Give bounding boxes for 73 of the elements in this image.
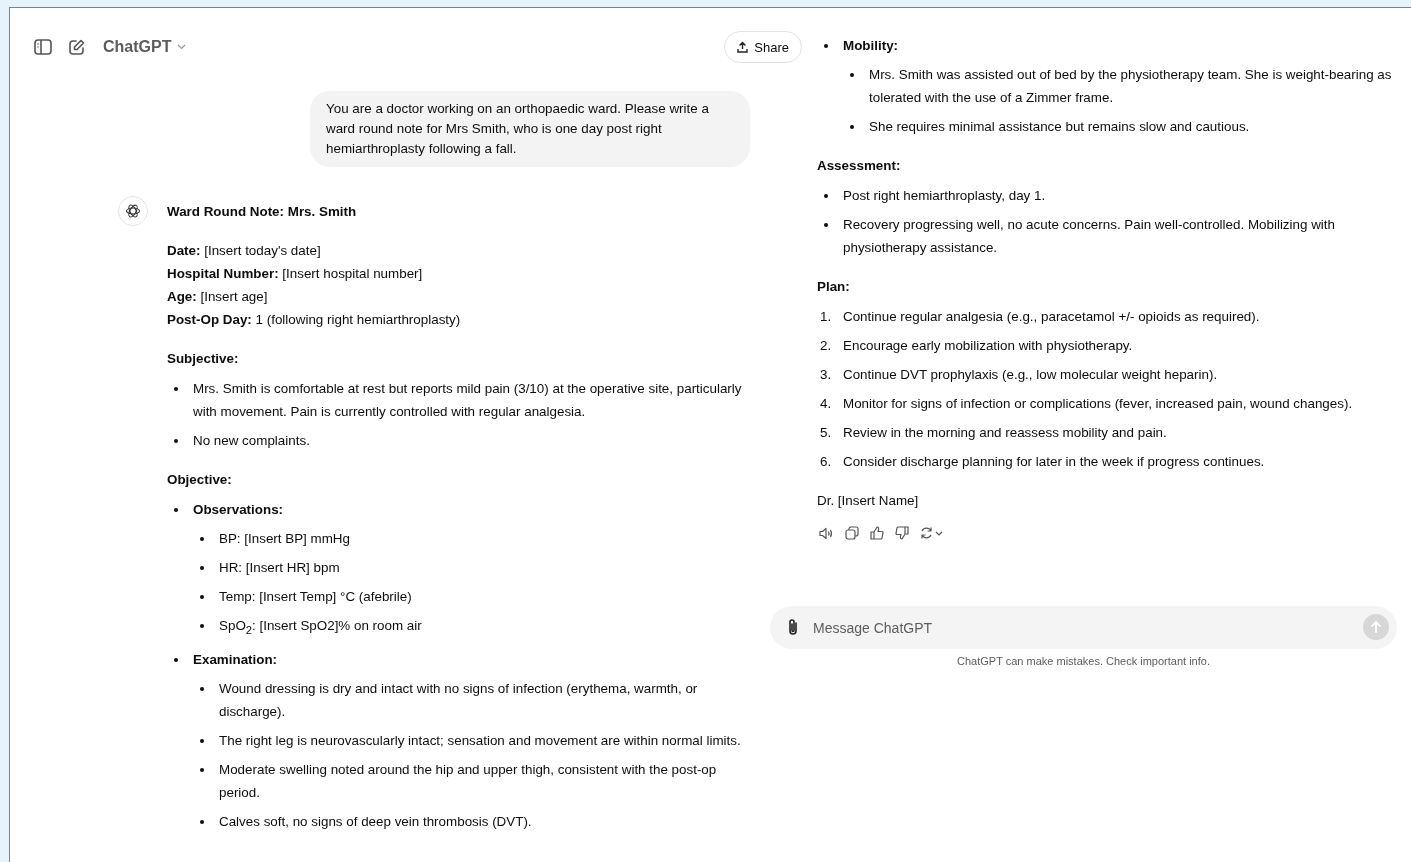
list-item: SpO$_{2}$: [Insert SpO2]% on room air (219, 617, 422, 638)
list-item: Temp: [Insert Temp] °C (afebrile) (219, 588, 412, 606)
list-number: 4. (819, 395, 833, 413)
bullet-icon (174, 657, 178, 662)
copy-icon[interactable] (845, 526, 859, 540)
bullet-icon (824, 223, 828, 227)
arrow-up-icon (1370, 620, 1382, 634)
bullet-icon (850, 125, 854, 129)
bullet-icon (200, 738, 204, 743)
list-number: 3. (819, 366, 833, 384)
bullet-icon (850, 73, 854, 77)
refresh-icon[interactable] (920, 526, 944, 540)
bullet-icon (200, 624, 204, 628)
section-heading: Subjective: (167, 350, 240, 368)
section-heading: Objective: (167, 471, 233, 489)
speaker-icon[interactable] (819, 526, 834, 540)
list-number: 5. (819, 424, 833, 442)
list-item: Mrs. Smith is comfortable at rest but reports mild pain (3/10) at the operative site, particularly with movement. Pain is currently controlled with regular analgesia. (193, 380, 743, 421)
list-item: Recovery progressing well, no acute concerns. Pain well-controlled. Mobilizing with physiotherapy assistance. (843, 216, 1336, 257)
list-number: 2. (819, 337, 833, 355)
list-item: Post right hemiarthroplasty, day 1. (843, 187, 1046, 205)
note-field: Age: [Insert age] (167, 285, 757, 308)
section-heading: Plan: (817, 278, 851, 296)
bullet-icon (824, 44, 828, 48)
note-field: Post-Op Day: 1 (following right hemiarthroplasty) (167, 308, 757, 331)
bullet-icon (200, 566, 204, 570)
thumbs-up-icon[interactable] (870, 526, 884, 540)
list-number: 1. (819, 308, 833, 326)
list-item: No new complaints. (193, 432, 310, 450)
bullet-icon (174, 508, 178, 512)
list-item: Encourage early mobilization with physiotherapy. (843, 337, 1133, 355)
list-item: Monitor for signs of infection or complications (fever, increased pain, wound changes). (843, 395, 1353, 413)
list-item: Review in the morning and reassess mobility and pain. (843, 424, 1167, 442)
bullet-icon (200, 686, 204, 691)
list-item: Wound dressing is dry and intact with no signs of infection (erythema, warmth, or discharge). (219, 679, 699, 721)
list-item: Consider discharge planning for later in the week if progress continues. (843, 453, 1265, 471)
thumbs-down-icon[interactable] (895, 526, 909, 540)
list-item: Moderate swelling noted around the hip and upper thigh, consistent with the post-op period. (219, 760, 718, 802)
assistant-avatar-icon (118, 196, 148, 226)
list-item: The right leg is neurovascularly intact; sensation and movement are within normal limits. (219, 731, 741, 750)
bullet-icon (200, 819, 204, 824)
list-item: Calves soft, no signs of deep vein thrombosis (DVT). (219, 812, 532, 831)
list-item: She requires minimal assistance but remains slow and cautious. (869, 118, 1250, 136)
sidebar-toggle-icon[interactable] (34, 39, 52, 55)
response-title: Ward Round Note: Mrs. Smith (167, 203, 358, 221)
list-item: Continue regular analgesia (e.g., paracetamol +/- opioids as required). (843, 308, 1260, 326)
signature-text: Dr. [Insert Name] (817, 492, 920, 510)
bullet-icon (174, 439, 178, 443)
user-message: You are a doctor working on an orthopaedic ward. Please write a ward round note for Mrs Smith, who is one day post right hemiarthroplasty following a fall. (310, 91, 750, 167)
list-item: Mrs. Smith was assisted out of bed by the physiotherapy team. She is weight-bearing as tolerated with the use of a Zimmer frame. (869, 66, 1393, 107)
bullet-icon (824, 194, 828, 198)
list-item: Examination: (193, 650, 278, 669)
list-number: 6. (819, 453, 833, 471)
note-field: Hospital Number: [Insert hospital number] (167, 262, 757, 285)
bullet-icon (200, 767, 204, 772)
caret-icon (177, 44, 187, 50)
bullet-icon (174, 387, 178, 391)
disclaimer-text: ChatGPT can make mistakes. Check important info. (956, 655, 1211, 667)
list-item: Observations: (193, 501, 284, 519)
note-field: Date: [Insert today's date] (167, 239, 757, 262)
bullet-icon (200, 537, 204, 541)
paperclip-icon[interactable] (787, 618, 799, 636)
message-field[interactable]: Message ChatGPT (770, 606, 1397, 649)
list-item: Continue DVT prophylaxis (e.g., low molecular weight heparin). (843, 366, 1218, 384)
share-button[interactable]: Share (724, 31, 802, 63)
model-selector[interactable]: ChatGPT (103, 38, 187, 56)
section-heading: Assessment: (817, 157, 902, 175)
new-chat-icon[interactable] (68, 38, 85, 56)
upload-icon (737, 41, 749, 53)
bullet-icon (200, 595, 204, 599)
list-item: HR: [Insert HR] bpm (219, 559, 340, 577)
list-item: BP: [Insert BP] mmHg (219, 530, 350, 548)
list-item: Mobility: (843, 37, 899, 55)
